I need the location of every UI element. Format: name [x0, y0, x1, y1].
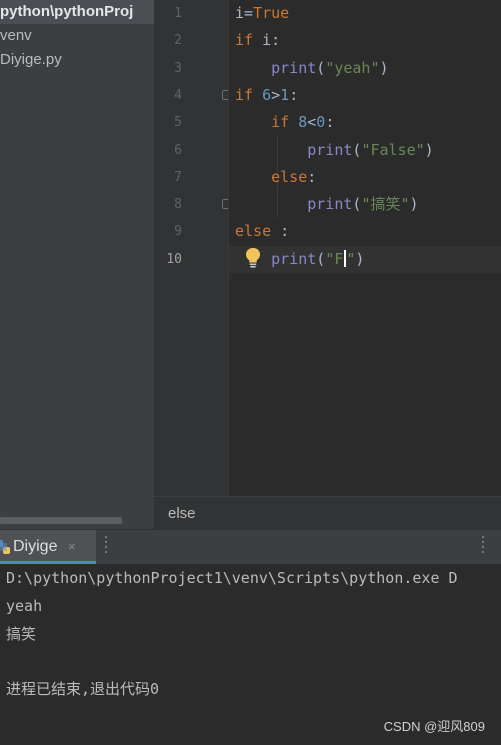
- line-number[interactable]: 1: [154, 0, 182, 27]
- code-token: 6: [262, 86, 272, 104]
- python-file-icon: [0, 540, 10, 554]
- breadcrumb-item-else[interactable]: else: [168, 497, 196, 530]
- run-console[interactable]: D:\python\pythonProject1\venv\Scripts\py…: [0, 564, 501, 745]
- watermark: CSDN @迎风809: [383, 719, 485, 734]
- code-token: "False": [361, 141, 425, 159]
- code-line[interactable]: if 6>1:: [235, 82, 298, 109]
- code-token: :: [271, 222, 290, 240]
- toolbar-separator: [105, 536, 107, 556]
- code-token: i:: [253, 31, 281, 49]
- code-token: else: [235, 222, 272, 240]
- line-number[interactable]: 2: [154, 27, 182, 54]
- code-token: 8: [298, 113, 308, 131]
- console-line: 搞笑: [6, 625, 37, 643]
- run-tab-label: Diyige: [13, 538, 58, 555]
- project-item-diyige-py[interactable]: Diyige.py: [0, 48, 62, 72]
- code-token: 1: [280, 86, 290, 104]
- line-number[interactable]: 5: [154, 109, 182, 136]
- code-token: else: [271, 168, 308, 186]
- code-line[interactable]: i=True: [235, 0, 289, 27]
- code-token: (: [316, 59, 326, 77]
- code-token: i=: [235, 4, 254, 22]
- line-number[interactable]: 7: [154, 164, 182, 191]
- code-line[interactable]: if i:: [235, 27, 280, 54]
- line-number[interactable]: 4: [154, 82, 182, 109]
- code-token: :: [307, 168, 317, 186]
- code-token: print: [307, 195, 353, 213]
- run-toolbar: Diyige ×: [0, 529, 501, 564]
- code-token: >: [271, 86, 281, 104]
- console-line: D:\python\pythonProject1\venv\Scripts\py…: [6, 569, 458, 587]
- code-token: if: [271, 113, 290, 131]
- run-tab-diyige[interactable]: Diyige ×: [0, 530, 96, 564]
- line-number[interactable]: 6: [154, 137, 182, 164]
- line-number[interactable]: 10: [154, 246, 182, 273]
- code-token: ): [409, 195, 419, 213]
- code-line[interactable]: print("yeah"): [235, 55, 389, 82]
- code-token: if: [235, 31, 254, 49]
- code-token: "F: [325, 250, 344, 268]
- code-line[interactable]: print("搞笑"): [235, 191, 419, 218]
- code-token: True: [253, 4, 290, 22]
- code-token: if: [235, 86, 254, 104]
- console-line: yeah: [6, 597, 43, 615]
- breadcrumb: else: [154, 496, 501, 529]
- code-token: :: [325, 113, 335, 131]
- code-token: "搞笑": [361, 195, 410, 213]
- code-token: print: [271, 59, 317, 77]
- code-line[interactable]: else :: [235, 218, 289, 245]
- toolbar-separator: [482, 536, 484, 556]
- lightbulb-icon[interactable]: [245, 247, 261, 269]
- code-token: "yeah": [325, 59, 380, 77]
- line-number[interactable]: 3: [154, 55, 182, 82]
- project-panel: python\pythonProj venv Diyige.py: [0, 0, 154, 529]
- project-horizontal-scrollbar[interactable]: [0, 517, 122, 524]
- line-number[interactable]: 8: [154, 191, 182, 218]
- code-token: :: [289, 86, 299, 104]
- line-number[interactable]: 9: [154, 218, 182, 245]
- code-token: ): [424, 141, 434, 159]
- code-token: (: [316, 250, 326, 268]
- code-token: 0: [316, 113, 326, 131]
- project-item-venv[interactable]: venv: [0, 24, 32, 48]
- console-line: 进程已结束,退出代码0: [6, 680, 160, 698]
- code-token: <: [307, 113, 317, 131]
- code-token: ): [355, 250, 365, 268]
- code-line[interactable]: if 8<0:: [235, 109, 334, 136]
- code-token: ): [379, 59, 389, 77]
- close-icon[interactable]: ×: [68, 530, 76, 564]
- code-token: print: [271, 250, 317, 268]
- code-token: print: [307, 141, 353, 159]
- code-editor[interactable]: i=True if i: print("yeah") if 6>1: if 8<0:…: [229, 0, 501, 496]
- code-line[interactable]: print("False"): [235, 137, 434, 164]
- project-root-item[interactable]: python\pythonProj: [0, 0, 154, 24]
- code-line[interactable]: else:: [235, 164, 316, 191]
